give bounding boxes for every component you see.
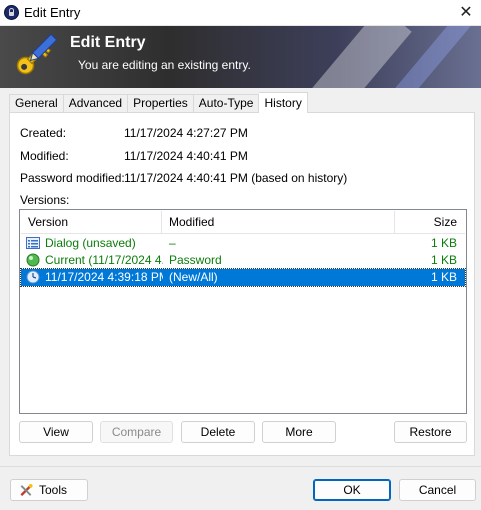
delete-button[interactable]: Delete <box>181 421 255 443</box>
password-modified-label: Password modified: <box>20 171 125 185</box>
password-modified-value: 11/17/2024 4:40:41 PM (based on history) <box>124 171 348 185</box>
versions-label: Versions: <box>20 193 70 207</box>
edit-entry-key-pen-icon <box>16 33 58 75</box>
green-circle-icon <box>26 253 40 267</box>
row-modified: (New/All) <box>169 270 218 284</box>
banner-title: Edit Entry <box>70 34 146 51</box>
column-header-version[interactable]: Version <box>21 211 162 234</box>
versions-list[interactable]: Version Modified Size Dialog (unsaved) –… <box>19 209 467 414</box>
tab-general[interactable]: General <box>9 94 64 113</box>
list-item[interactable]: Current (11/17/2024 4... Password 1 KB <box>21 252 465 269</box>
row-version: 11/17/2024 4:39:18 PM <box>45 270 163 284</box>
row-size: 1 KB <box>430 253 457 267</box>
compare-button[interactable]: Compare <box>100 421 173 443</box>
footer-separator <box>0 466 481 467</box>
more-button[interactable]: More <box>262 421 336 443</box>
row-modified: – <box>169 236 176 250</box>
created-value: 11/17/2024 4:27:27 PM <box>124 126 248 140</box>
list-item[interactable]: Dialog (unsaved) – 1 KB <box>21 235 465 252</box>
keepass-lock-icon <box>4 5 19 20</box>
row-modified: Password <box>169 253 222 267</box>
tools-button[interactable]: Tools <box>10 479 88 501</box>
modified-value: 11/17/2024 4:40:41 PM <box>124 149 248 163</box>
modified-label: Modified: <box>20 149 69 163</box>
created-label: Created: <box>20 126 67 140</box>
tab-advanced[interactable]: Advanced <box>63 94 129 113</box>
clock-icon <box>26 270 40 284</box>
view-button[interactable]: View <box>19 421 93 443</box>
list-item[interactable]: 11/17/2024 4:39:18 PM (New/All) 1 KB <box>20 268 466 287</box>
window-title: Edit Entry <box>24 5 81 20</box>
column-header-size[interactable]: Size <box>395 211 465 234</box>
ok-button[interactable]: OK <box>313 479 391 501</box>
banner-decoration-icon <box>303 26 473 88</box>
tab-properties[interactable]: Properties <box>128 94 194 113</box>
tab-history[interactable]: History <box>259 92 308 113</box>
banner-subtitle: You are editing an existing entry. <box>78 58 251 72</box>
dialog-list-icon <box>26 237 40 249</box>
tools-icon <box>20 483 33 497</box>
row-version: Current (11/17/2024 4... <box>45 253 163 267</box>
row-size: 1 KB <box>430 270 457 284</box>
row-version: Dialog (unsaved) <box>45 236 136 250</box>
header-banner: Edit Entry You are editing an existing e… <box>0 26 481 88</box>
tab-auto-type[interactable]: Auto-Type <box>193 94 260 113</box>
tools-label: Tools <box>39 483 68 497</box>
cancel-button[interactable]: Cancel <box>399 479 476 501</box>
versions-list-header: Version Modified Size <box>21 211 465 234</box>
title-bar: Edit Entry ✕ <box>0 0 481 26</box>
restore-button[interactable]: Restore <box>394 421 467 443</box>
close-icon[interactable]: ✕ <box>451 0 481 26</box>
column-header-modified[interactable]: Modified <box>162 211 395 234</box>
tab-strip: General Advanced Properties Auto-Type Hi… <box>9 92 308 113</box>
row-size: 1 KB <box>430 236 457 250</box>
